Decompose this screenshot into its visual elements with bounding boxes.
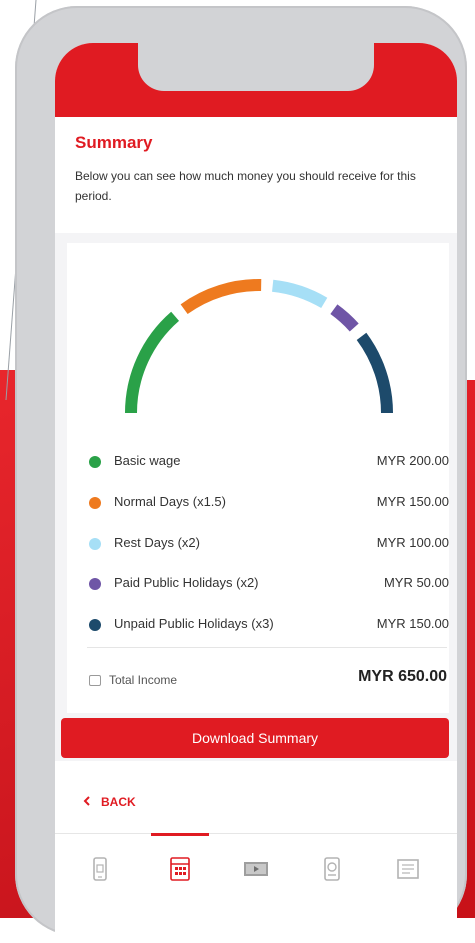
gauge-segment-paid-public-holidays-x2 <box>330 304 359 332</box>
total-income-checkbox[interactable] <box>89 675 101 686</box>
gauge-segment-rest-days-x2 <box>271 279 328 309</box>
legend-item-paid-public-holidays: Paid Public Holidays (x2) MYR 50.00 <box>89 575 449 595</box>
summary-card: Basic wage MYR 200.00 Normal Days (x1.5)… <box>55 233 457 761</box>
legend-item-rest-days: Rest Days (x2) MYR 100.00 <box>89 535 449 555</box>
legend-label: Unpaid Public Holidays (x3) <box>114 616 274 631</box>
total-income-value: MYR 650.00 <box>358 668 447 685</box>
legend-item-basic-wage: Basic wage MYR 200.00 <box>89 453 449 473</box>
badge-icon <box>324 857 340 881</box>
chevron-left-icon <box>83 795 91 809</box>
document-icon <box>397 859 419 879</box>
calculator-icon <box>170 857 190 881</box>
total-divider <box>87 647 447 648</box>
legend-dot <box>89 497 101 509</box>
phone-notch <box>138 43 374 91</box>
legend-label: Basic wage <box>114 453 181 468</box>
bottom-navigation <box>55 833 457 904</box>
app-screen: Summary Below you can see how much money… <box>55 43 457 943</box>
phone-icon <box>93 857 107 881</box>
nav-item-video[interactable] <box>241 854 271 884</box>
back-button[interactable]: BACK <box>83 795 136 815</box>
nav-item-calculator[interactable] <box>165 854 195 884</box>
nav-item-phone[interactable] <box>85 854 115 884</box>
nav-active-indicator <box>151 833 209 836</box>
legend-item-normal-days: Normal Days (x1.5) MYR 150.00 <box>89 494 449 514</box>
legend-value: MYR 150.00 <box>376 616 449 631</box>
legend-value: MYR 200.00 <box>376 453 449 468</box>
page-title: Summary <box>75 133 153 152</box>
legend-label: Paid Public Holidays (x2) <box>114 575 259 590</box>
back-label: BACK <box>101 795 136 809</box>
page-description: Below you can see how much money you sho… <box>75 169 416 203</box>
summary-card-body: Basic wage MYR 200.00 Normal Days (x1.5)… <box>67 243 449 713</box>
phone-frame: Summary Below you can see how much money… <box>15 6 467 943</box>
gauge-segment-unpaid-public-holidays-x3 <box>356 332 393 413</box>
gauge-segment-basic-wage <box>125 311 180 413</box>
download-summary-button[interactable]: Download Summary <box>61 718 449 758</box>
legend-value: MYR 100.00 <box>376 535 449 550</box>
total-income-label: Total Income <box>109 673 178 687</box>
nav-item-document[interactable] <box>393 854 423 884</box>
legend-label: Rest Days (x2) <box>114 535 200 550</box>
legend-value: MYR 50.00 <box>383 575 449 590</box>
nav-item-badge[interactable] <box>317 854 347 884</box>
legend-item-unpaid-public-holidays: Unpaid Public Holidays (x3) MYR 150.00 <box>89 616 449 636</box>
video-icon <box>244 862 268 876</box>
legend-dot <box>89 538 101 550</box>
legend-value: MYR 150.00 <box>376 494 449 509</box>
legend-label: Normal Days (x1.5) <box>114 494 226 509</box>
legend-dot <box>89 456 101 468</box>
total-income-row: Total Income MYR 650.00 <box>87 668 447 694</box>
legend-dot <box>89 578 101 590</box>
legend-dot <box>89 619 101 631</box>
gauge-segment-normal-days-x1-5 <box>180 279 262 315</box>
income-gauge-chart <box>125 279 393 413</box>
